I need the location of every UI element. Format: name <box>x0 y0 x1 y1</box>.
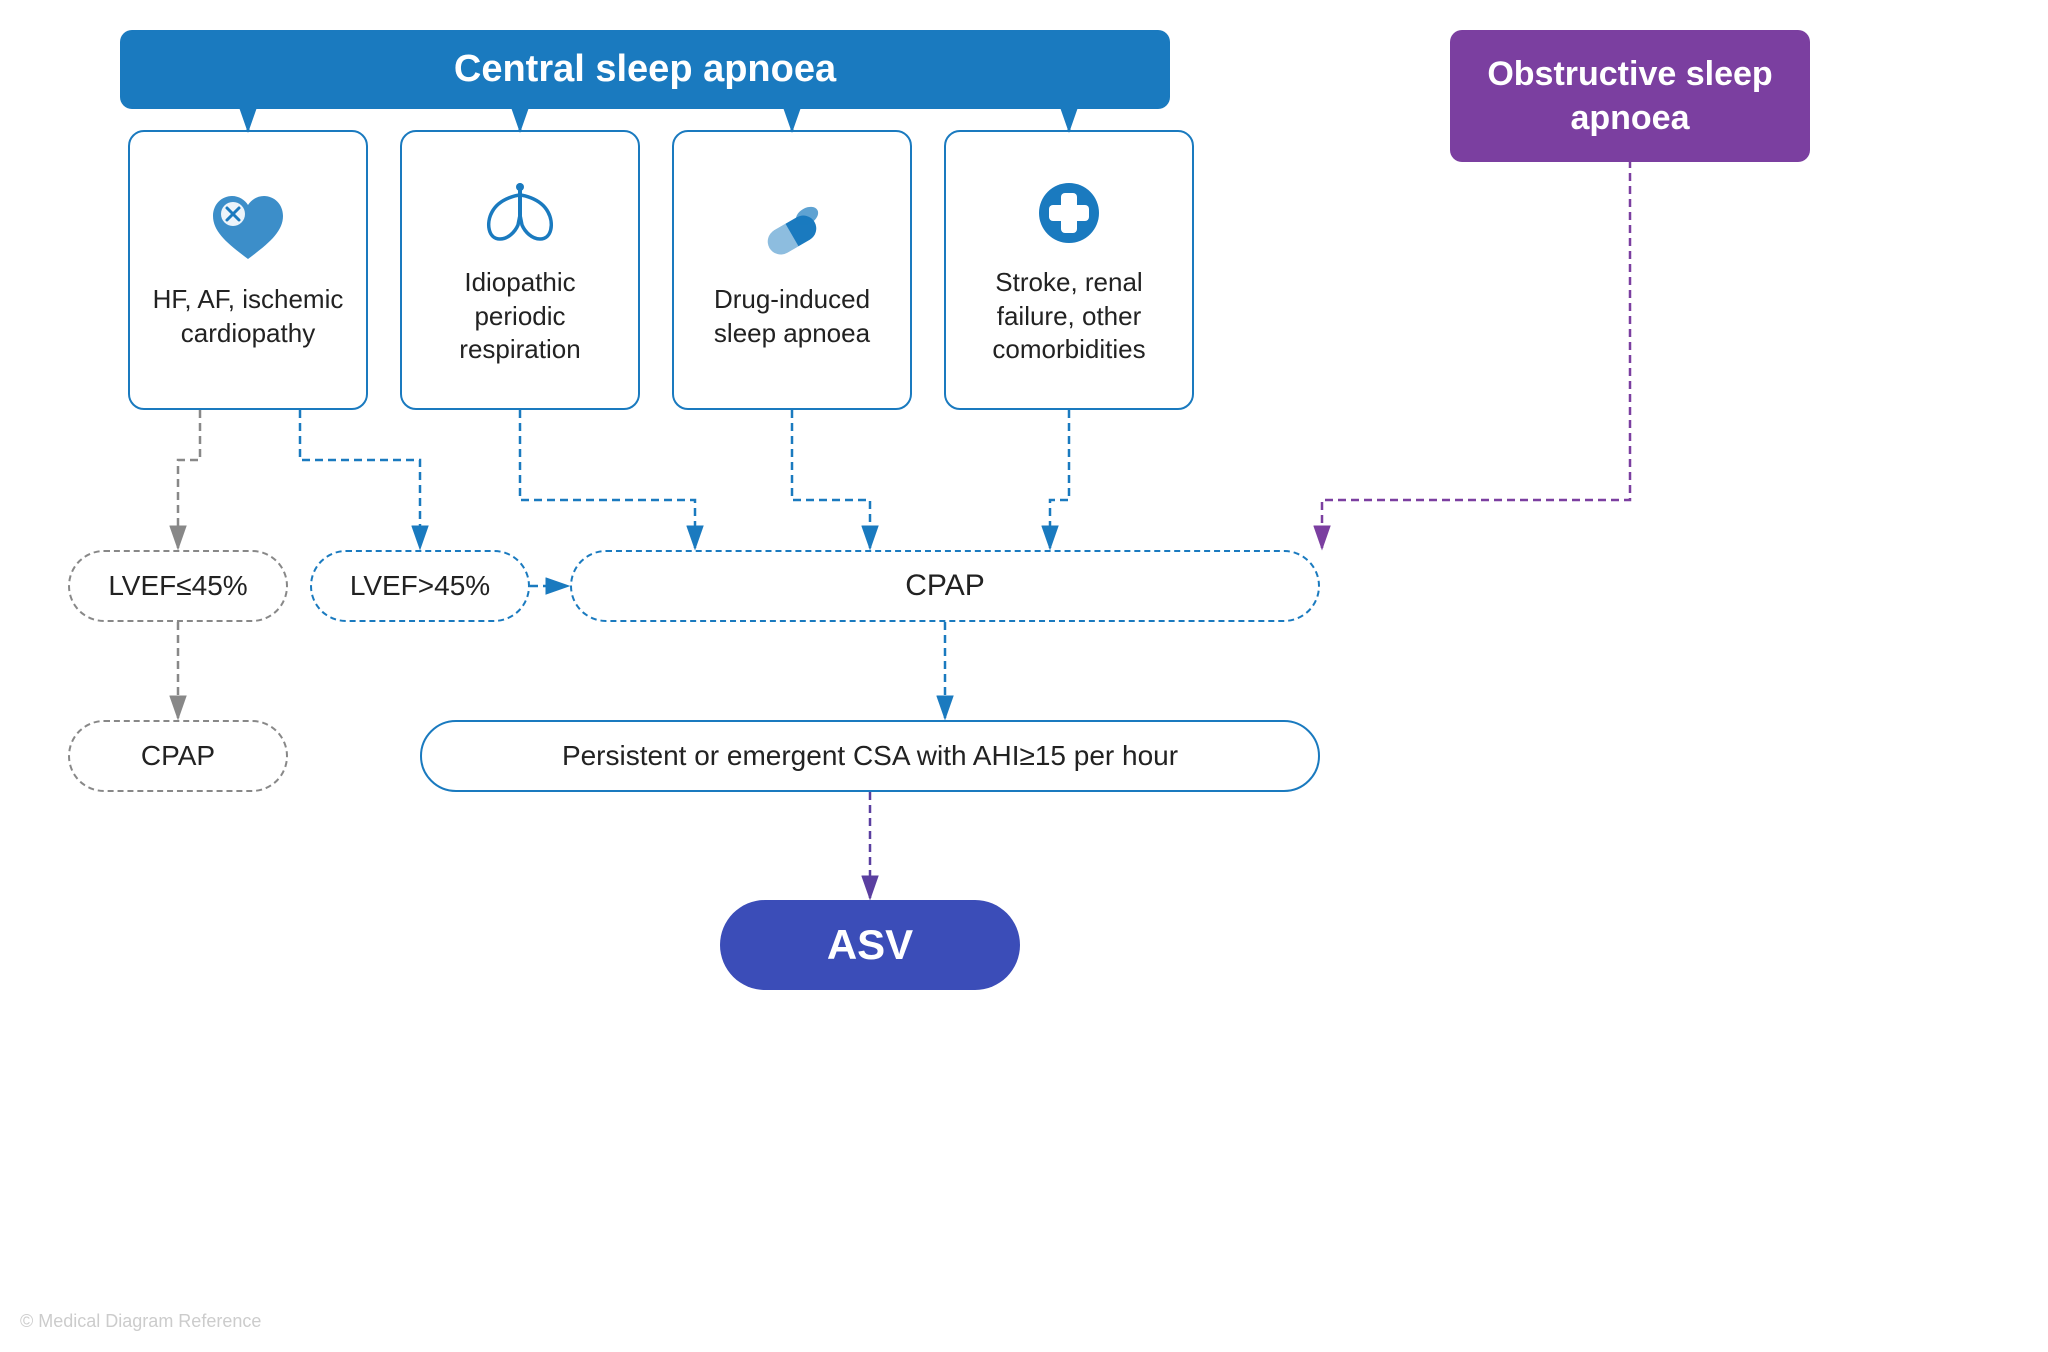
lvef-low-label: LVEF≤45% <box>108 570 247 602</box>
category-hf-af: HF, AF, ischemic cardiopathy <box>128 130 368 410</box>
asv-label: ASV <box>827 921 913 969</box>
lvef-high-label: LVEF>45% <box>350 570 490 602</box>
lvef-low-box: LVEF≤45% <box>68 550 288 622</box>
drug-induced-label: Drug-induced sleep apnoea <box>690 283 894 351</box>
asv-box: ASV <box>720 900 1020 990</box>
category-drug-induced: Drug-induced sleep apnoea <box>672 130 912 410</box>
category-idiopathic: Idiopathic periodic respiration <box>400 130 640 410</box>
persistent-csa-box: Persistent or emergent CSA with AHI≥15 p… <box>420 720 1320 792</box>
pill-icon <box>752 194 832 271</box>
cpap-small-box: CPAP <box>68 720 288 792</box>
plus-circle-icon <box>1029 177 1109 254</box>
csa-title: Central sleep apnoea <box>454 48 836 90</box>
heart-x-icon <box>208 194 288 271</box>
hf-af-label: HF, AF, ischemic cardiopathy <box>146 283 350 351</box>
cpap-small-label: CPAP <box>141 740 215 772</box>
persistent-csa-label: Persistent or emergent CSA with AHI≥15 p… <box>562 740 1178 772</box>
cpap-large-box: CPAP <box>570 550 1320 622</box>
idiopathic-label: Idiopathic periodic respiration <box>418 266 622 367</box>
csa-banner: Central sleep apnoea <box>120 30 1170 109</box>
osa-box: Obstructive sleep apnoea <box>1450 30 1810 162</box>
osa-title: Obstructive sleep apnoea <box>1487 55 1772 137</box>
lungs-icon <box>480 177 560 254</box>
stroke-label: Stroke, renal failure, other comorbiditi… <box>962 266 1176 367</box>
diagram-container: Central sleep apnoea Obstructive sleep a… <box>0 0 2048 1352</box>
lvef-high-box: LVEF>45% <box>310 550 530 622</box>
category-stroke: Stroke, renal failure, other comorbiditi… <box>944 130 1194 410</box>
watermark: © Medical Diagram Reference <box>20 1311 261 1332</box>
cpap-large-label: CPAP <box>905 569 984 603</box>
